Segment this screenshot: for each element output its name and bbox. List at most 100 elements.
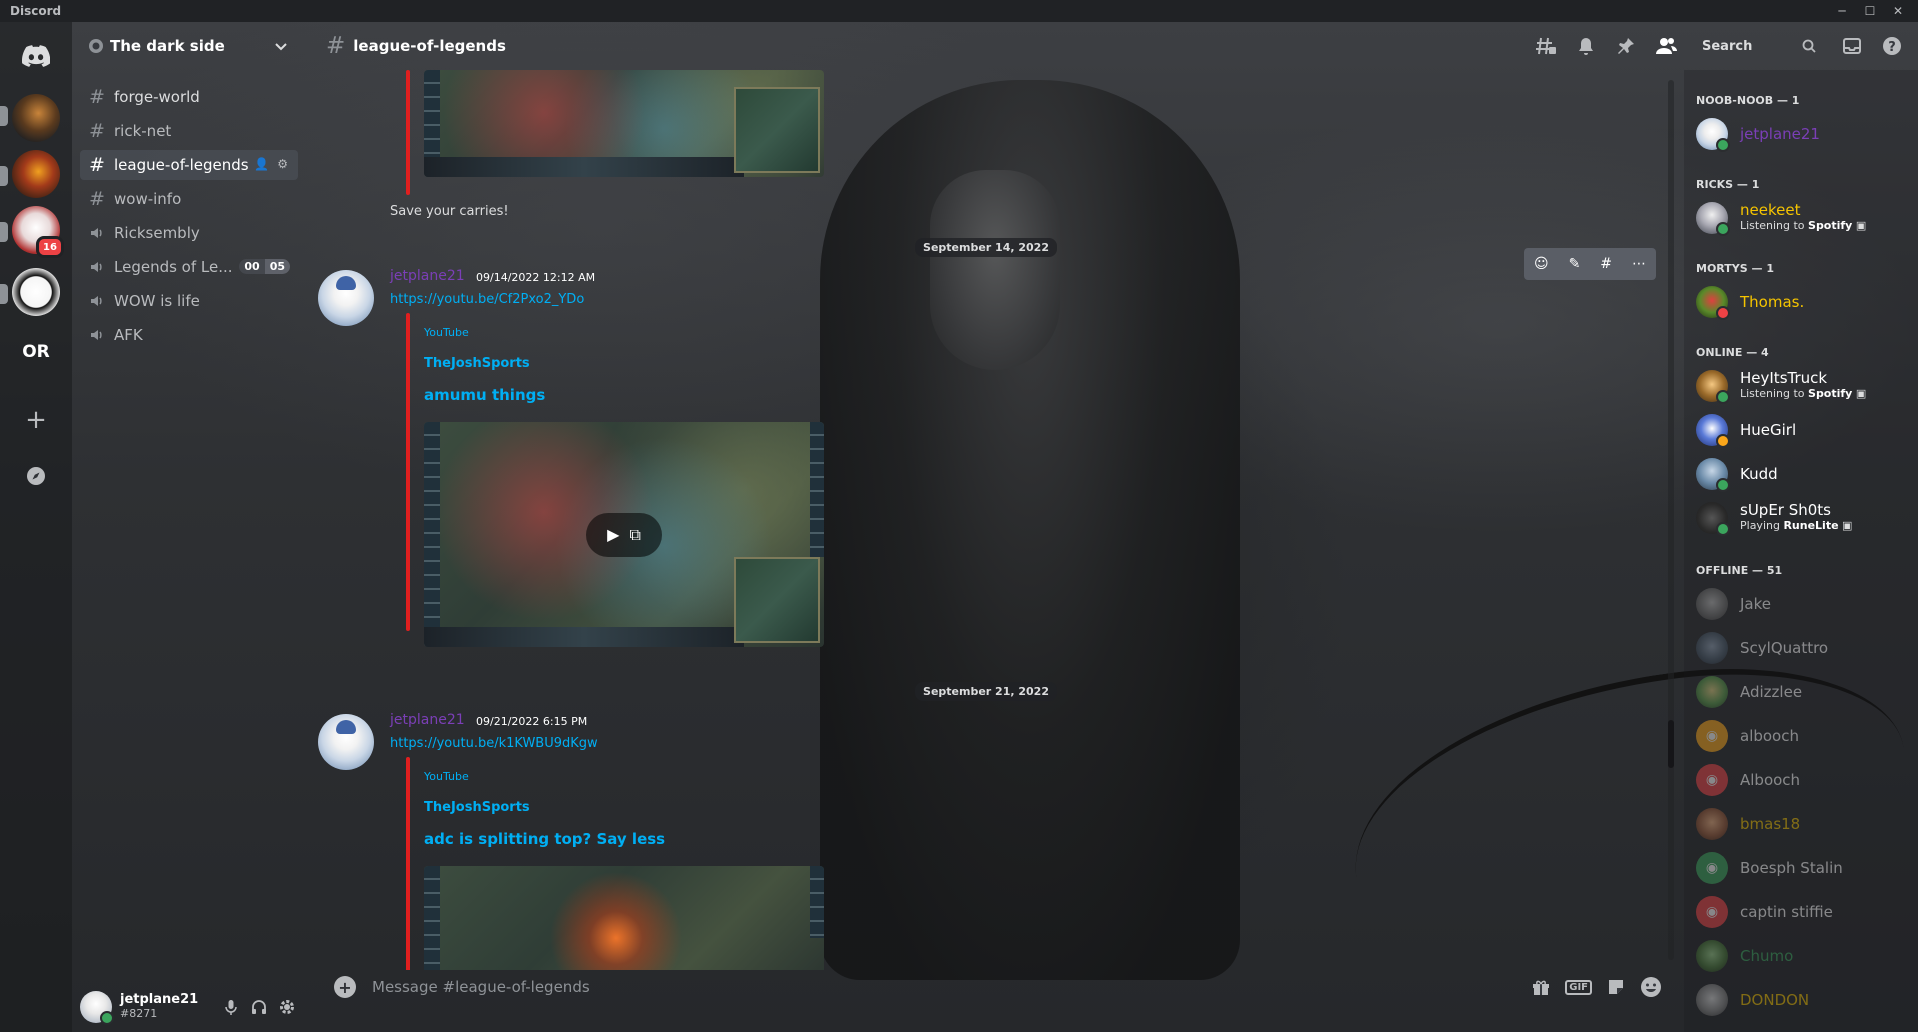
message-input[interactable]: Message #league-of-legends bbox=[372, 978, 590, 996]
explore-servers-button[interactable] bbox=[12, 452, 60, 500]
member-item[interactable]: neekeet Listening to Spotify ▣ bbox=[1696, 196, 1916, 240]
member-item[interactable]: HeyItsTruck Listening to Spotify ▣ bbox=[1696, 364, 1916, 408]
discord-home-button[interactable] bbox=[12, 32, 60, 80]
member-item[interactable]: ◉ Albooch bbox=[1696, 758, 1916, 802]
avatar bbox=[1696, 502, 1730, 536]
member-activity: Listening to Spotify ▣ bbox=[1740, 386, 1866, 401]
message-scrollbar-thumb[interactable] bbox=[1668, 720, 1674, 768]
member-text: Chumo bbox=[1740, 948, 1793, 964]
member-item[interactable]: ◉ captin stiffie bbox=[1696, 890, 1916, 934]
embed-title[interactable]: adc is splitting top? Say less bbox=[424, 830, 665, 848]
member-name: ScylQuattro bbox=[1740, 638, 1829, 657]
member-item[interactable]: jetplane21 bbox=[1696, 112, 1916, 156]
message-author[interactable]: jetplane21 bbox=[390, 712, 465, 728]
bell-icon[interactable] bbox=[1574, 34, 1598, 58]
gear-icon[interactable]: ⚙ bbox=[277, 157, 288, 171]
member-list-icon[interactable] bbox=[1654, 34, 1678, 58]
upload-plus-icon[interactable]: + bbox=[334, 976, 356, 998]
gear-icon[interactable] bbox=[278, 998, 296, 1016]
voice-count-limit: 05 bbox=[264, 259, 290, 274]
channel-forge-world[interactable]: # forge-world bbox=[80, 82, 298, 112]
create-thread-icon[interactable]: # bbox=[1600, 256, 1612, 272]
voice-channel-afk[interactable]: AFK bbox=[80, 320, 298, 350]
channel-league-of-legends[interactable]: # league-of-legends 👤 ⚙ bbox=[80, 150, 298, 180]
member-item[interactable]: Kudd bbox=[1696, 452, 1916, 496]
add-reaction-icon[interactable]: ☺ bbox=[1534, 256, 1549, 272]
member-item[interactable]: ◉ Boesph Stalin bbox=[1696, 846, 1916, 890]
avatar: ◉ bbox=[1696, 852, 1728, 884]
more-icon[interactable]: ⋯ bbox=[1632, 256, 1646, 272]
channel-name: forge-world bbox=[114, 88, 200, 106]
member-item[interactable]: sUpEr Sh0ts Playing RuneLite ▣ bbox=[1696, 496, 1916, 540]
member-name: albooch bbox=[1740, 726, 1799, 745]
message-author[interactable]: jetplane21 bbox=[390, 268, 465, 284]
member-item[interactable]: HueGirl bbox=[1696, 408, 1916, 452]
inbox-icon[interactable] bbox=[1840, 34, 1864, 58]
message-link[interactable]: https://youtu.be/Cf2Pxo2_YDo bbox=[390, 292, 584, 307]
header-toolbar: Search ? bbox=[1526, 22, 1918, 70]
member-item[interactable]: Thomas. bbox=[1696, 280, 1916, 324]
server-header[interactable]: The dark side bbox=[72, 22, 306, 70]
member-item[interactable]: Adizzlee bbox=[1696, 670, 1916, 714]
message-composer[interactable]: + Message #league-of-legends GIF bbox=[322, 962, 1662, 1012]
embed-author[interactable]: TheJoshSports bbox=[424, 356, 530, 371]
hashtag-icon: # bbox=[89, 120, 105, 142]
invite-icon[interactable]: 👤 bbox=[254, 157, 269, 171]
voice-channel-ricksembly[interactable]: Ricksembly bbox=[80, 218, 298, 248]
chevron-down-icon[interactable] bbox=[274, 39, 288, 53]
channel-wow-info[interactable]: # wow-info bbox=[80, 184, 298, 214]
avatar[interactable] bbox=[318, 714, 374, 770]
embed-author[interactable]: TheJoshSports bbox=[424, 800, 530, 815]
server-icon-or[interactable]: OR bbox=[12, 328, 60, 376]
channel-rick-net[interactable]: # rick-net bbox=[80, 116, 298, 146]
member-item[interactable]: Jake bbox=[1696, 582, 1916, 626]
member-name: HueGirl bbox=[1740, 420, 1797, 439]
voice-channel-legends[interactable]: Legends of Le... 00 05 bbox=[80, 252, 298, 282]
embed-title[interactable]: amumu things bbox=[424, 386, 545, 404]
message-scrollbar-track[interactable] bbox=[1668, 80, 1674, 960]
member-item[interactable]: ScylQuattro bbox=[1696, 626, 1916, 670]
microphone-icon[interactable] bbox=[222, 998, 240, 1016]
member-group-header: OFFLINE — 51 bbox=[1696, 564, 1783, 577]
server-icon-1[interactable] bbox=[12, 94, 60, 142]
avatar: ◉ bbox=[1696, 720, 1728, 752]
user-info[interactable]: jetplane21 #8271 bbox=[120, 993, 198, 1021]
member-item[interactable]: Chumo bbox=[1696, 934, 1916, 978]
avatar[interactable] bbox=[80, 991, 114, 1025]
pin-icon[interactable] bbox=[1614, 34, 1638, 58]
member-item[interactable]: ◉ albooch bbox=[1696, 714, 1916, 758]
video-thumbnail[interactable]: ▶ ⧉ bbox=[424, 422, 824, 647]
activity-name: Spotify bbox=[1808, 219, 1853, 232]
gift-icon[interactable] bbox=[1531, 977, 1551, 997]
maximize-icon[interactable]: ☐ bbox=[1856, 0, 1884, 22]
member-item[interactable]: bmas18 bbox=[1696, 802, 1916, 846]
sticker-icon[interactable] bbox=[1606, 977, 1626, 997]
member-group-header: RICKS — 1 bbox=[1696, 178, 1760, 191]
thumbnail-hud bbox=[810, 866, 824, 938]
emoji-icon[interactable] bbox=[1640, 976, 1662, 998]
video-thumbnail[interactable] bbox=[424, 70, 824, 177]
minimize-icon[interactable]: ─ bbox=[1828, 0, 1856, 22]
avatar bbox=[1696, 458, 1730, 492]
headphones-icon[interactable] bbox=[250, 998, 268, 1016]
threads-icon[interactable] bbox=[1534, 34, 1558, 58]
channel-name: AFK bbox=[114, 326, 143, 344]
add-server-button[interactable]: + bbox=[12, 396, 60, 444]
status-dot bbox=[1716, 522, 1730, 536]
voice-channel-wow-is-life[interactable]: WOW is life bbox=[80, 286, 298, 316]
server-icon-2[interactable] bbox=[12, 150, 60, 198]
play-icon[interactable]: ▶ bbox=[607, 525, 619, 544]
avatar[interactable] bbox=[318, 270, 374, 326]
help-icon[interactable]: ? bbox=[1880, 34, 1904, 58]
message-link[interactable]: https://youtu.be/k1KWBU9dKgw bbox=[390, 736, 598, 751]
search-input[interactable]: Search bbox=[1694, 33, 1824, 59]
open-external-icon[interactable]: ⧉ bbox=[629, 525, 640, 545]
avatar bbox=[1696, 676, 1728, 708]
member-item[interactable]: DONDON bbox=[1696, 978, 1916, 1022]
video-thumbnail[interactable] bbox=[424, 866, 824, 970]
close-icon[interactable]: ✕ bbox=[1884, 0, 1912, 22]
server-icon-4[interactable] bbox=[12, 268, 60, 316]
gif-button[interactable]: GIF bbox=[1565, 979, 1592, 995]
avatar bbox=[1696, 202, 1730, 236]
edit-icon[interactable]: ✎ bbox=[1569, 256, 1581, 272]
